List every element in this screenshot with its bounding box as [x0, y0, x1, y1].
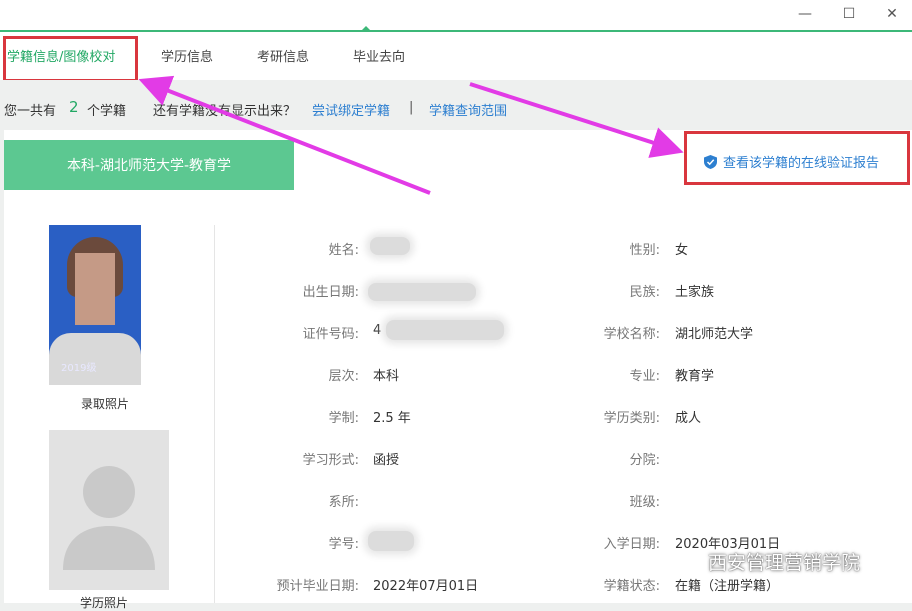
watermark: 西安管理营销学院: [674, 548, 860, 575]
value-gender: 女: [675, 243, 689, 258]
link-separator: |: [409, 100, 414, 115]
record-summary: 您一共有 2 个学籍 还有学籍没有显示出来？ 尝试绑定学籍 | 学籍查询范围: [0, 80, 912, 130]
label-ethnicity: 民族:: [629, 285, 660, 300]
label-enroll-date: 入学日期:: [603, 537, 660, 552]
tab-graduation-destination[interactable]: 毕业去向: [353, 46, 405, 65]
photo-stamp: 2019级: [61, 363, 97, 374]
bind-record-link[interactable]: 尝试绑定学籍: [312, 100, 390, 119]
label-student-id: 学号:: [328, 537, 359, 552]
label-birthdate: 出生日期:: [302, 285, 359, 300]
value-level: 本科: [373, 369, 400, 384]
label-expected-grad: 预计毕业日期:: [276, 579, 359, 594]
label-gender: 性别:: [629, 243, 660, 258]
summary-prefix: 您一共有: [4, 104, 57, 119]
label-name: 姓名:: [328, 243, 359, 258]
photo-divider: [214, 225, 215, 603]
close-icon: ✕: [886, 6, 898, 22]
maximize-icon: ☐: [842, 6, 856, 22]
watermark-text: 西安管理营销学院: [708, 552, 861, 574]
value-education-type: 成人: [675, 411, 702, 426]
label-major: 专业:: [629, 369, 660, 384]
minimize-icon: —: [798, 6, 812, 22]
value-ethnicity: 土家族: [675, 285, 715, 300]
value-duration: 2.5 年: [373, 411, 411, 426]
record-tab[interactable]: 本科-湖北师范大学-教育学: [4, 140, 294, 190]
summary-suffix: 个学籍: [87, 104, 127, 119]
minimize-button[interactable]: —: [792, 2, 818, 26]
value-major: 教育学: [675, 369, 715, 384]
close-button[interactable]: ✕: [879, 2, 905, 26]
redacted-student-id: [368, 531, 414, 551]
value-status: 在籍（注册学籍）: [675, 579, 780, 594]
wechat-icon: [674, 550, 702, 572]
missing-record-question: 还有学籍没有显示出来？: [153, 104, 297, 119]
redacted-birthdate: [368, 283, 476, 301]
label-department: 系所:: [328, 495, 359, 510]
record-count: 2: [69, 98, 79, 116]
enroll-photo-caption: 录取照片: [81, 397, 130, 411]
label-status: 学籍状态:: [603, 579, 660, 594]
graduation-photo-placeholder: [49, 430, 169, 590]
value-school: 湖北师范大学: [675, 327, 754, 342]
label-education-type: 学历类别:: [603, 411, 660, 426]
maximize-button[interactable]: ☐: [836, 2, 862, 26]
record-tab-label: 本科-湖北师范大学-教育学: [66, 158, 232, 174]
label-branch: 分院:: [629, 453, 660, 468]
value-expected-grad: 2022年07月01日: [373, 579, 479, 594]
value-id-number: 4: [373, 323, 382, 338]
redacted-id-number: [386, 320, 504, 340]
redacted-name: [370, 237, 410, 255]
enroll-photo: 2019级: [49, 225, 141, 385]
annotation-box-verify: [684, 131, 910, 185]
value-study-mode: 函授: [373, 453, 400, 468]
label-study-mode: 学习形式:: [302, 453, 359, 468]
tab-postgrad-exam[interactable]: 考研信息: [257, 46, 309, 65]
person-silhouette-icon: [63, 466, 155, 570]
query-scope-link[interactable]: 学籍查询范围: [429, 100, 507, 119]
label-school: 学校名称:: [603, 327, 660, 342]
title-bar: — ☐ ✕: [0, 0, 912, 32]
pixelated-face: [75, 253, 115, 325]
label-level: 层次:: [328, 369, 359, 384]
annotation-box-tab: [3, 36, 138, 82]
label-class: 班级:: [629, 495, 660, 510]
tab-degree-info[interactable]: 学历信息: [161, 46, 213, 65]
label-id-number: 证件号码:: [302, 327, 359, 342]
label-duration: 学制:: [328, 411, 359, 426]
